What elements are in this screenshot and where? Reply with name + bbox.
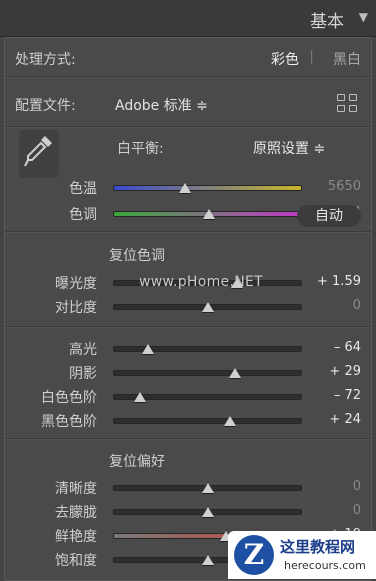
contrast-value[interactable]: 0 xyxy=(353,298,361,313)
grid-icon[interactable] xyxy=(337,94,359,114)
eyedropper-icon[interactable] xyxy=(19,130,59,178)
slider-thumb[interactable] xyxy=(134,392,147,402)
slider-thumb[interactable] xyxy=(201,507,214,517)
logo-name: 这里教程网 xyxy=(280,538,356,556)
white-balance-dropdown[interactable]: 原照设置 ≑ xyxy=(253,138,325,158)
divider xyxy=(5,438,371,440)
white-balance-label: 白平衡: xyxy=(117,141,164,157)
treatment-color-option[interactable]: 彩色 xyxy=(271,49,299,69)
slider-thumb[interactable] xyxy=(223,416,236,426)
slider-label: 饱和度 xyxy=(55,553,97,569)
blacks-value[interactable]: + 24 xyxy=(329,412,361,427)
slider-label: 高光 xyxy=(69,342,97,358)
tint-slider[interactable] xyxy=(113,209,302,219)
logo-mark: Z xyxy=(234,535,274,575)
basic-panel: 处理方式: 彩色 | 黑白 配置文件: Adobe 标准 ≑ 白平衡: 原照设置… xyxy=(4,37,372,581)
site-logo: Z 这里教程网 herecours.com xyxy=(228,531,376,579)
highlights-value[interactable]: – 64 xyxy=(334,340,361,355)
triangle-down-icon[interactable]: ▼ xyxy=(359,10,368,24)
shadows-value[interactable]: + 29 xyxy=(329,364,361,379)
logo-url: herecours.com xyxy=(284,559,366,572)
shadows-slider[interactable] xyxy=(113,368,302,378)
presence-reset-label[interactable]: 复位偏好 xyxy=(109,451,165,471)
divider xyxy=(5,76,371,78)
blacks-slider[interactable] xyxy=(113,416,302,426)
slider-label: 白色色阶 xyxy=(41,390,97,406)
slider-label: 去朦胧 xyxy=(55,505,97,521)
contrast-slider[interactable] xyxy=(113,302,302,312)
slider-label: 阴影 xyxy=(69,366,97,382)
slider-thumb[interactable] xyxy=(201,555,214,565)
slider-label: 清晰度 xyxy=(55,481,97,497)
exposure-value[interactable]: + 1.59 xyxy=(317,274,361,289)
whites-slider[interactable] xyxy=(113,392,302,402)
treatment-label: 处理方式: xyxy=(15,52,76,68)
slider-label: 对比度 xyxy=(55,300,97,316)
clarity-slider[interactable] xyxy=(113,483,302,493)
profile-label: 配置文件: xyxy=(15,98,76,114)
divider xyxy=(5,326,371,328)
temp-value[interactable]: 5650 xyxy=(328,179,361,194)
slider-thumb[interactable] xyxy=(141,344,154,354)
slider-label: 曝光度 xyxy=(55,276,97,292)
tone-reset-label[interactable]: 复位色调 xyxy=(109,245,165,265)
slider-label: 色温 xyxy=(69,181,97,197)
clarity-value[interactable]: 0 xyxy=(353,479,361,494)
slider-label: 色调 xyxy=(69,207,97,223)
dehaze-value[interactable]: 0 xyxy=(353,503,361,518)
slider-thumb[interactable] xyxy=(179,183,192,193)
highlights-slider[interactable] xyxy=(113,344,302,354)
profile-dropdown[interactable]: Adobe 标准 ≑ xyxy=(115,95,208,115)
slider-label: 黑色色阶 xyxy=(41,414,97,430)
treatment-divider: | xyxy=(309,49,314,65)
treatment-bw-option[interactable]: 黑白 xyxy=(333,49,361,69)
slider-thumb[interactable] xyxy=(201,302,214,312)
divider xyxy=(5,231,371,233)
panel-title: 基本 xyxy=(310,12,344,32)
dehaze-slider[interactable] xyxy=(113,507,302,517)
watermark: www.pHome.NET xyxy=(139,274,263,290)
slider-thumb[interactable] xyxy=(203,209,216,219)
slider-label: 鲜艳度 xyxy=(55,529,97,545)
auto-button[interactable]: 自动 xyxy=(297,205,361,227)
temp-slider[interactable] xyxy=(113,183,302,193)
panel-header[interactable]: 基本 ▼ xyxy=(0,0,376,37)
slider-thumb[interactable] xyxy=(201,483,214,493)
whites-value[interactable]: – 72 xyxy=(334,388,361,403)
divider xyxy=(5,126,371,128)
slider-thumb[interactable] xyxy=(228,368,241,378)
